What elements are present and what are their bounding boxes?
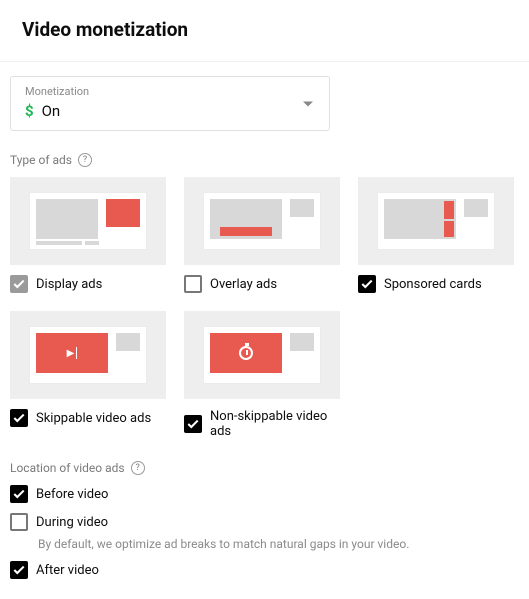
chevron-down-icon: [303, 101, 313, 106]
overlay-ads-label: Overlay ads: [210, 277, 277, 292]
type-of-ads-label: Type of ads ?: [10, 153, 519, 167]
checkbox-icon: [10, 275, 28, 293]
checkbox-icon: [184, 415, 202, 433]
before-video-checkbox[interactable]: Before video: [10, 485, 519, 503]
after-video-label: After video: [36, 563, 99, 578]
dollar-icon: $: [25, 102, 34, 120]
ad-type-nonskippable: Non-skippable video ads: [184, 311, 340, 439]
skippable-preview: ▶: [10, 311, 166, 399]
help-icon[interactable]: ?: [78, 153, 92, 167]
monetization-label: Monetization: [25, 85, 315, 98]
location-label: Location of video ads ?: [10, 461, 519, 475]
display-ads-checkbox[interactable]: Display ads: [10, 275, 166, 293]
checkbox-icon: [10, 513, 28, 531]
during-video-hint: By default, we optimize ad breaks to mat…: [38, 537, 519, 551]
checkbox-icon: [184, 275, 202, 293]
ad-type-overlay: Overlay ads: [184, 177, 340, 293]
during-video-label: During video: [36, 515, 108, 530]
type-of-ads-label-text: Type of ads: [10, 153, 72, 167]
skippable-label: Skippable video ads: [36, 411, 151, 426]
checkbox-icon: [10, 485, 28, 503]
ad-type-grid: Display ads Overlay ads: [10, 177, 519, 439]
content: Monetization $ On Type of ads ? Display …: [0, 62, 529, 599]
before-video-label: Before video: [36, 487, 108, 502]
sponsored-cards-preview: [358, 177, 514, 265]
location-label-text: Location of video ads: [10, 461, 125, 475]
display-ads-preview: [10, 177, 166, 265]
monetization-value-text: On: [42, 102, 61, 120]
help-icon[interactable]: ?: [131, 461, 145, 475]
nonskippable-label: Non-skippable video ads: [210, 409, 340, 439]
location-list: Before video During video By default, we…: [10, 485, 519, 579]
ad-type-sponsored: Sponsored cards: [358, 177, 514, 293]
sponsored-cards-checkbox[interactable]: Sponsored cards: [358, 275, 514, 293]
checkbox-icon: [358, 275, 376, 293]
overlay-ads-checkbox[interactable]: Overlay ads: [184, 275, 340, 293]
nonskippable-preview: [184, 311, 340, 399]
monetization-select[interactable]: Monetization $ On: [10, 76, 330, 131]
page-title: Video monetization: [22, 18, 507, 41]
ad-type-display: Display ads: [10, 177, 166, 293]
overlay-ads-preview: [184, 177, 340, 265]
monetization-value: $ On: [25, 102, 315, 120]
after-video-checkbox[interactable]: After video: [10, 561, 519, 579]
skippable-checkbox[interactable]: Skippable video ads: [10, 409, 166, 427]
nonskippable-checkbox[interactable]: Non-skippable video ads: [184, 409, 340, 439]
checkbox-icon: [10, 561, 28, 579]
during-video-checkbox[interactable]: During video: [10, 513, 519, 531]
checkbox-icon: [10, 409, 28, 427]
display-ads-label: Display ads: [36, 277, 102, 292]
page-header: Video monetization: [0, 0, 529, 61]
ad-type-skippable: ▶ Skippable video ads: [10, 311, 166, 439]
sponsored-cards-label: Sponsored cards: [384, 277, 482, 292]
